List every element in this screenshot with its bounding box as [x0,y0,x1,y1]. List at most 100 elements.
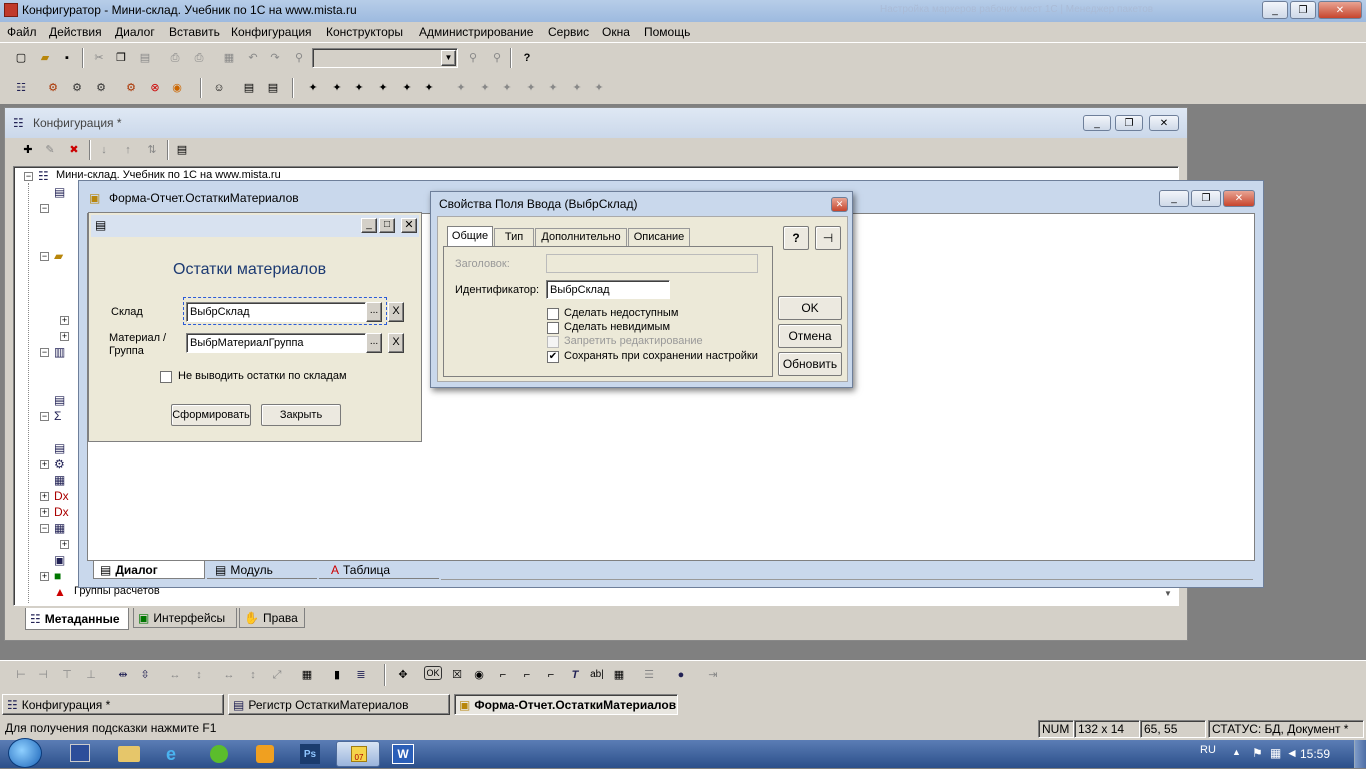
undo-icon[interactable]: ↶ [244,49,262,67]
admin-icon-1[interactable]: ▤ [240,79,258,97]
ok-button[interactable]: OK [778,296,842,320]
invisible-checkbox[interactable] [547,322,559,334]
cut-icon[interactable]: ✂ [90,49,108,67]
groupbox-tool-icon[interactable]: ⌐ [494,666,512,684]
move-up-icon[interactable]: ↑ [119,141,137,159]
wizard-icon-5[interactable]: ✦ [398,79,416,97]
find-prev-icon[interactable]: ⚲ [488,49,506,67]
wizard-icon-7[interactable]: ✦ [452,79,470,97]
designed-min-button[interactable]: _ [361,218,377,233]
wizard-icon-3[interactable]: ✦ [350,79,368,97]
cancel-button[interactable]: Отмена [778,324,842,348]
align-bottom-icon[interactable]: ⊥ [82,666,100,684]
menu-actions[interactable]: Действия [49,24,102,40]
material-clear-button[interactable]: X [388,333,404,353]
properties-close-button[interactable]: ✕ [831,197,848,212]
exit-tool-icon[interactable]: ⇥ [704,666,722,684]
properties-tab-extra[interactable]: Дополнительно [535,228,627,246]
form-minimize-button[interactable]: _ [1159,190,1189,207]
form-tab-dialog[interactable]: ▤ Диалог [93,561,205,579]
text-tool-icon[interactable]: T [566,666,584,684]
sklad-clear-button[interactable]: X [388,302,404,322]
size-h-icon[interactable]: ↕ [244,666,262,684]
app-close-button[interactable]: ✕ [1318,1,1362,19]
grid-icon[interactable]: ▦ [220,49,238,67]
tree-toggle[interactable]: − [40,252,49,261]
designed-max-button[interactable]: □ [379,218,395,233]
taskbar-folder-icon[interactable] [118,746,140,762]
config-tab-interfaces[interactable]: ▣ Интерфейсы [133,608,237,628]
close-button[interactable]: Закрыть [261,404,341,426]
center-v-icon[interactable]: ⇳ [136,666,154,684]
wizard-icon-1[interactable]: ✦ [304,79,322,97]
size-both-icon[interactable]: ⤢ [268,666,286,684]
form-close-button[interactable]: ✕ [1223,190,1255,207]
list-tool-icon[interactable]: ☰ [640,666,658,684]
form-tab-module[interactable]: ▤ Модуль [207,561,317,579]
wizard-icon-4[interactable]: ✦ [374,79,392,97]
config-icon-1[interactable]: ⚙ [44,79,62,97]
tray-up-arrow-icon[interactable]: ▲ [1232,747,1241,757]
id-field[interactable]: ВыбрСклад [546,280,670,299]
no-warehouse-checkbox[interactable] [160,371,172,383]
sort-icon[interactable]: ⇅ [143,141,161,159]
grid-toggle-icon[interactable]: ▦ [298,666,316,684]
table-tool-icon[interactable]: ▦ [610,666,628,684]
designed-close-button[interactable]: ✕ [401,218,417,233]
taskbar-media-icon[interactable] [256,745,274,763]
show-desktop-button[interactable] [1354,740,1366,768]
properties-tab-description[interactable]: Описание [628,228,690,246]
config-tab-metadata[interactable]: ☷ Метаданные [25,608,129,630]
pin-icon[interactable]: ⊣ [815,226,841,250]
wizard-icon-13[interactable]: ✦ [590,79,608,97]
tray-flag-icon[interactable]: ⚑ [1252,746,1263,760]
space-v-icon[interactable]: ↕ [190,666,208,684]
tree-toggle[interactable]: + [40,492,49,501]
chevron-down-icon[interactable]: ▼ [441,50,456,66]
config-icon-2[interactable]: ⚙ [68,79,86,97]
menu-configuration[interactable]: Конфигурация [231,24,312,40]
save-icon[interactable]: ▪ [58,49,76,67]
tab-order-icon[interactable]: ▮ [328,666,346,684]
start-button[interactable] [8,738,42,768]
button-tool-icon[interactable]: OK [424,666,442,680]
frame-tool-icon[interactable]: ⌐ [518,666,536,684]
tree-toggle[interactable]: + [40,460,49,469]
tree-toggle[interactable]: + [40,508,49,517]
search-combo[interactable]: ▼ [312,48,458,68]
tree-collapse-toggle[interactable]: − [24,172,33,181]
config-icon-3[interactable]: ⚙ [92,79,110,97]
tree-toggle[interactable]: + [60,316,69,325]
print-icon[interactable]: ⎙ [166,49,184,67]
tree-toggle[interactable]: − [40,412,49,421]
wizard-icon-2[interactable]: ✦ [328,79,346,97]
app-restore-button[interactable]: ❐ [1290,1,1316,19]
menu-service[interactable]: Сервис [548,24,589,40]
taskbar-green-icon[interactable] [210,745,228,763]
add-icon[interactable]: ✚ [19,141,37,159]
size-w-icon[interactable]: ↔ [220,666,238,684]
properties-tab-type[interactable]: Тип [494,228,534,246]
menu-help[interactable]: Помощь [644,24,690,40]
open-folder-icon[interactable]: ▰ [36,49,54,67]
space-h-icon[interactable]: ↔ [166,666,184,684]
menu-file[interactable]: Файл [7,24,37,40]
copy-icon[interactable]: ❐ [112,49,130,67]
stop-icon[interactable]: ⊗ [146,79,164,97]
paste-icon[interactable]: ▤ [136,49,154,67]
config-close-button[interactable]: ✕ [1149,115,1179,131]
app-minimize-button[interactable]: _ [1262,1,1288,19]
save-settings-checkbox[interactable]: ✔ [547,351,559,363]
menu-dialog[interactable]: Диалог [115,24,155,40]
find-icon[interactable]: ⚲ [290,49,308,67]
mdi-task-register[interactable]: ▤ Регистр ОстаткиМатериалов [228,694,450,715]
print-preview-icon[interactable]: ⎙ [190,49,208,67]
mdi-task-config[interactable]: ☷ Конфигурация * [2,694,224,715]
tree-icon[interactable]: ☷ [12,79,30,97]
menu-windows[interactable]: Окна [602,24,630,40]
tree-toggle[interactable]: + [60,332,69,341]
tray-network-icon[interactable]: ▦ [1270,746,1281,760]
taskbar-save-icon[interactable] [70,744,90,762]
checkbox-tool-icon[interactable]: ☒ [448,666,466,684]
taskbar-ie-icon[interactable]: e [166,745,176,763]
